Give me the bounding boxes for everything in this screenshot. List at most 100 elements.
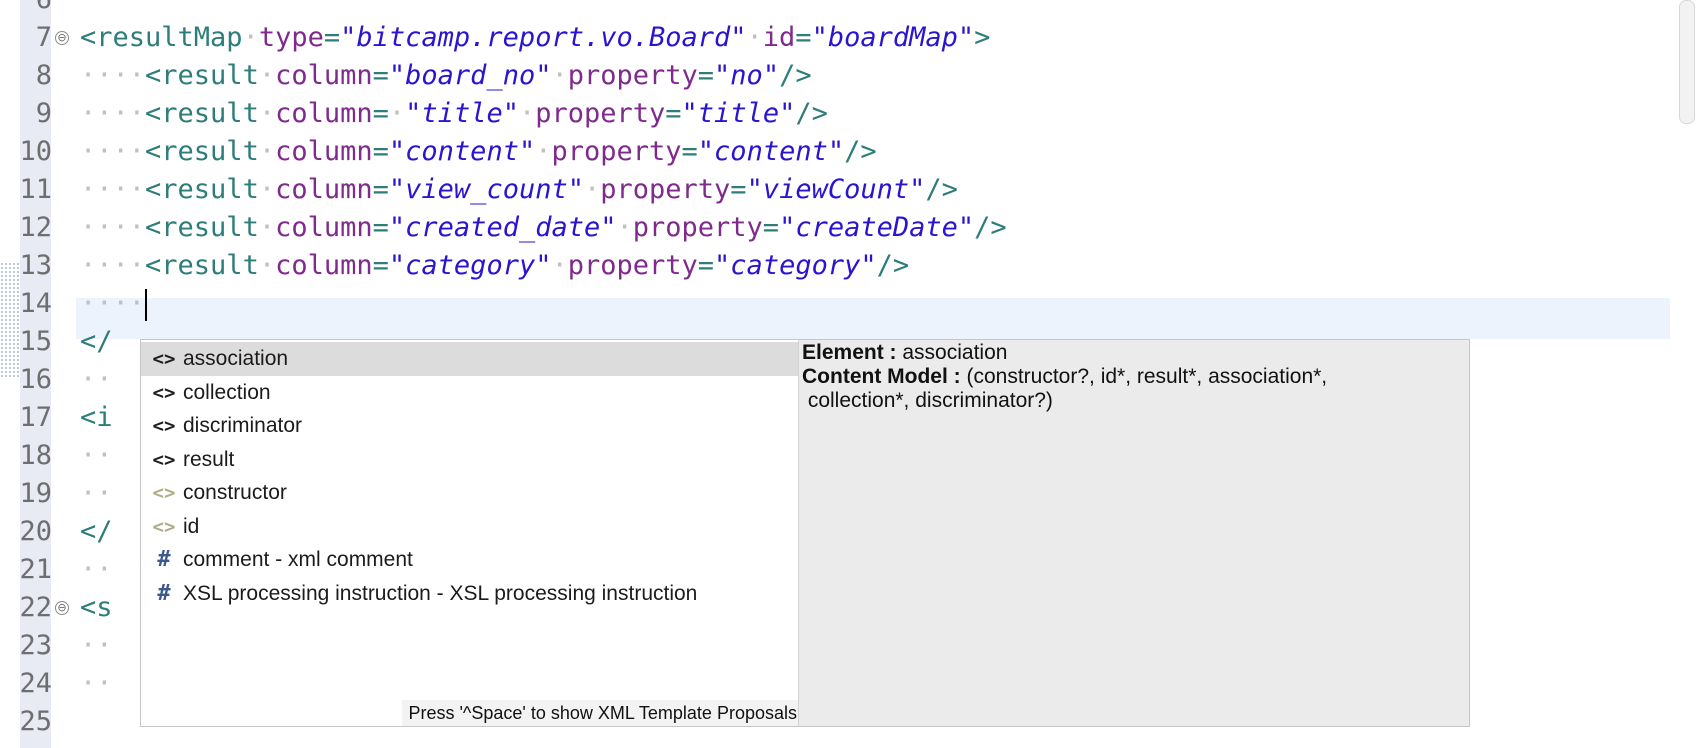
proposal-item[interactable]: <> collection: [141, 376, 799, 410]
line-number: 16: [19, 364, 52, 395]
code-text: ····<result·column="view_count"·property…: [80, 170, 958, 210]
code-line[interactable]: 9 ····<result·column=·"title"·property="t…: [0, 94, 1680, 134]
tag-token: />: [876, 250, 910, 281]
fold-toggle-icon[interactable]: ⊖: [55, 31, 69, 45]
line-number: 19: [19, 478, 52, 509]
code-text: ··: [80, 360, 113, 400]
code-text: ····: [80, 284, 148, 324]
attribute-name: column: [275, 98, 373, 129]
whitespace-marker: ·: [258, 136, 276, 167]
proposal-label: result: [183, 447, 235, 471]
tag-token: =: [697, 60, 715, 91]
attribute-name: column: [275, 212, 373, 243]
attribute-name: property: [551, 136, 682, 167]
code-line[interactable]: 7 ⊖ <resultMap·type="bitcamp.report.vo.Boa…: [0, 18, 1680, 58]
fold-toggle-icon[interactable]: ⊖: [55, 601, 69, 615]
code-text: ··: [80, 664, 113, 704]
tag-token: =: [323, 22, 341, 53]
attribute-name: property: [567, 60, 698, 91]
attribute-value: "boardMap": [811, 22, 975, 53]
whitespace-marker: ····: [80, 288, 146, 319]
template-proposals-hint: Press '^Space' to show XML Template Prop…: [402, 700, 799, 726]
content-model-label: Content Model :: [802, 365, 961, 388]
tag-token: />: [844, 136, 877, 167]
code-text: ····<result·column="board_no"·property="…: [80, 56, 812, 96]
whitespace-marker: ·: [258, 98, 276, 129]
attribute-name: column: [275, 174, 373, 205]
element-icon: <>: [152, 381, 176, 404]
content-assist-popup[interactable]: <> association <> collection <> discriminator…: [140, 339, 800, 727]
whitespace-marker: ·: [551, 60, 568, 91]
code-line[interactable]: 13 ····<result·column="category"·property…: [0, 246, 1680, 286]
tag-token: =: [372, 98, 389, 129]
proposal-item[interactable]: <> result: [141, 443, 799, 477]
tag-token: <result: [145, 174, 259, 205]
tag-token: =: [665, 98, 682, 129]
code-text: ····<result·column="created_date"·proper…: [80, 208, 1007, 248]
proposal-item[interactable]: <> constructor: [141, 476, 799, 510]
code-text: </: [80, 322, 113, 362]
tag-token: />: [795, 98, 828, 129]
code-line[interactable]: 11 ····<result·column="view_count"·proper…: [0, 170, 1680, 210]
attribute-value: "category": [388, 250, 552, 281]
element-label: Element :: [802, 341, 897, 364]
whitespace-marker: ·: [388, 98, 406, 129]
proposal-item[interactable]: # XSL processing instruction - XSL proces…: [141, 577, 799, 611]
line-number: 15: [19, 326, 52, 357]
line-number: 21: [19, 554, 52, 585]
content-model-value-2: collection*, discriminator?): [802, 389, 1053, 412]
element-row: Element : association: [802, 340, 1007, 366]
line-number: 18: [19, 440, 52, 471]
tag-token: =: [730, 174, 747, 205]
vertical-scrollbar[interactable]: [1679, 0, 1695, 124]
element-icon: <>: [152, 348, 176, 370]
proposal-item[interactable]: <> id: [141, 510, 799, 544]
code-line[interactable]: 8 ····<result·column="board_no"·property=…: [0, 56, 1680, 96]
attribute-value: "created_date": [388, 212, 617, 243]
tag-token: =: [372, 250, 389, 281]
code-line[interactable]: 14 ····: [0, 284, 1680, 324]
line-number: 25: [19, 706, 52, 737]
proposal-label: XSL processing instruction - XSL process…: [183, 581, 698, 605]
proposal-item[interactable]: <> association: [141, 342, 799, 376]
code-line[interactable]: 12 ····<result·column="created_date"·prop…: [0, 208, 1680, 248]
line-number: 23: [19, 630, 52, 661]
code-text: <resultMap·type="bitcamp.report.vo.Board…: [80, 18, 990, 58]
whitespace-marker: ·: [535, 136, 552, 167]
proposal-label: constructor: [183, 481, 287, 504]
proposal-info-panel: Element : association Content Model : (c…: [798, 339, 1470, 727]
whitespace-marker: ·: [258, 174, 276, 205]
tag-token: </: [80, 516, 113, 547]
tag-token: <result: [145, 212, 259, 243]
hash-icon: #: [157, 547, 171, 572]
proposal-item[interactable]: # comment - xml comment: [141, 543, 799, 577]
hash-icon: #: [157, 580, 171, 606]
attribute-name: id: [762, 22, 796, 53]
text-caret: [145, 288, 148, 321]
tag-token: <result: [145, 98, 259, 129]
whitespace-marker: ·: [258, 250, 276, 281]
proposal-item[interactable]: <> discriminator: [141, 409, 799, 443]
whitespace-marker: ·: [258, 212, 276, 243]
code-line[interactable]: 10 ····<result·column="content"·property=…: [0, 132, 1680, 172]
tag-token: />: [779, 60, 812, 91]
attribute-value: "viewCount": [746, 174, 926, 205]
whitespace-marker: ·: [583, 174, 601, 205]
code-text: ····<result·column="content"·property="c…: [80, 132, 877, 172]
line-number: 8: [35, 60, 52, 91]
whitespace-marker: ·: [242, 22, 259, 53]
code-text: ··: [80, 436, 113, 476]
whitespace-marker: ·: [518, 98, 536, 129]
code-line[interactable]: 6: [0, 0, 1680, 20]
tag-token: <resultMap: [80, 22, 243, 53]
code-text: ··: [80, 626, 113, 666]
line-number: 6: [0, 0, 52, 20]
tag-token: =: [762, 212, 780, 243]
proposal-label: collection: [183, 380, 271, 404]
code-text: ····<result·column=·"title"·property="ti…: [80, 94, 828, 134]
line-number: 11: [19, 174, 52, 205]
attribute-name: column: [275, 60, 373, 91]
attribute-value: "category": [714, 250, 877, 281]
line-number: 24: [19, 668, 52, 699]
code-text: ··: [80, 474, 113, 514]
